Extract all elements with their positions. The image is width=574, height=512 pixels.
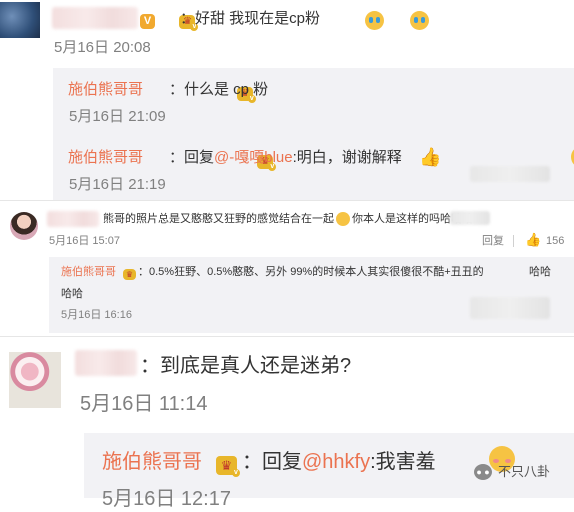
reply-username[interactable]: 施伯熊哥哥 [61, 264, 116, 280]
reply-button[interactable]: 回复 [482, 233, 504, 249]
fan-badge-icon: ♛ v [216, 455, 240, 477]
reply-username[interactable]: 施伯熊哥哥 [68, 80, 143, 100]
wechat-icon: ● ● [474, 464, 492, 480]
vip-badge-icon: V [140, 13, 155, 29]
thumbs-up-emoji-icon: 👍 [419, 147, 442, 167]
crying-emoji-icon [364, 10, 384, 30]
cat-emoji-icon [336, 212, 350, 227]
reply-username[interactable]: 施伯熊哥哥 [68, 148, 143, 168]
reply-text: ：0.5%狂野、0.5%憨憨、另外 99%的时候本人其实很傻很不酷+丑丑的 [138, 266, 484, 278]
comment-2: 熊哥的照片总是又憨憨又狂野的感觉结合在一起 你本人是这样的吗哈哈哈 5月16日 1… [0, 201, 574, 335]
reply-username[interactable]: 施伯熊哥哥 [102, 449, 202, 475]
reply-text: ：回复@-嘎嘎blue:明白，谢谢解释 [169, 148, 402, 168]
comment-time: 5月16日 11:14 [80, 393, 208, 415]
like-count: 156 [546, 235, 565, 247]
reply-prefix: ：回复 [242, 451, 302, 473]
mention-link[interactable]: @-嘎嘎blue [214, 149, 293, 166]
reply-text: ：什么是 cp 粉 [169, 81, 269, 98]
comment-text: ：好甜 我现在是cp粉 [180, 10, 321, 27]
avatar[interactable] [9, 352, 61, 408]
reply-text: ：回复@hhkfy:我害羞 [242, 449, 436, 475]
blurred-area [450, 211, 490, 225]
reply-time: 5月16日 16:16 [61, 309, 132, 321]
fan-badge-icon: ♛ [123, 269, 136, 281]
comment-time: 5月16日 15:07 [49, 235, 120, 247]
reply-time: 5月16日 21:09 [69, 108, 166, 125]
reply-time: 5月16日 12:17 [102, 488, 231, 510]
comment-text: 熊哥的照片总是又憨憨又狂野的感觉结合在一起 你本人是这样的吗哈哈哈 [103, 211, 473, 227]
comment-text-part1: 熊哥的照片总是又憨憨又狂野的感觉结合在一起 [103, 213, 334, 225]
thumbs-up-icon[interactable]: 👍 [525, 231, 541, 249]
divider [513, 235, 514, 247]
reply-text-line2: 哈哈 [61, 288, 83, 300]
reply-text-tail: 哈哈 [529, 266, 551, 278]
username-blurred[interactable] [75, 350, 137, 376]
username-blurred[interactable] [47, 211, 99, 227]
reply-prefix: ：回复 [169, 149, 215, 166]
comment-3: ：到底是真人还是迷弟? 5月16日 11:14 施伯熊哥哥 ♛ v ：回复@hhk… [0, 337, 574, 510]
watermark-text: 不只八卦 [498, 464, 551, 479]
blurred-area [470, 297, 550, 319]
comment-time: 5月16日 20:08 [54, 39, 151, 56]
reply-body: :明白，谢谢解释 [292, 149, 402, 166]
watermark: ● ● 不只八卦 [474, 462, 570, 484]
avatar[interactable] [10, 212, 38, 240]
reply-body: :我害羞 [370, 451, 436, 473]
comment-1: V ♛ v ：好甜 我现在是cp粉 5月16日 20:08 施伯熊哥哥 ♛ v ：什… [0, 0, 574, 200]
mention-link[interactable]: @hhkfy [302, 451, 370, 473]
reply-time: 5月16日 21:19 [69, 176, 166, 193]
username-blurred[interactable] [52, 7, 138, 29]
blurred-area [470, 166, 550, 182]
comment-text: ：到底是真人还是迷弟? [140, 355, 352, 377]
avatar[interactable] [0, 2, 40, 38]
crying-emoji-icon [410, 10, 430, 30]
